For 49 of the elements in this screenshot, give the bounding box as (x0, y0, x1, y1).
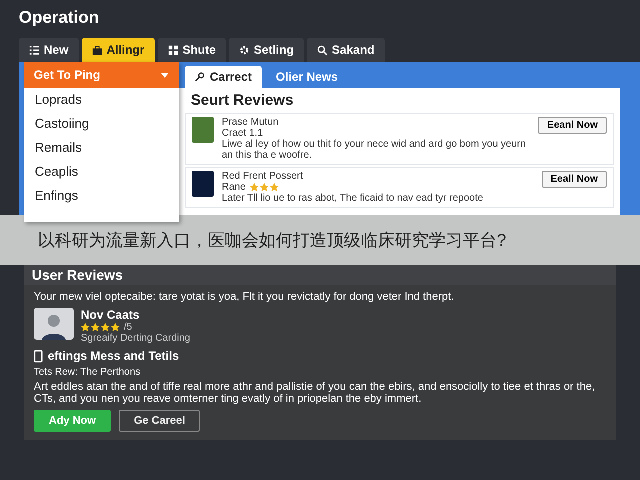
star-icon (250, 183, 259, 192)
tab[interactable]: Olier News (266, 66, 348, 88)
caret-icon (161, 72, 169, 78)
photo-placeholder (192, 117, 214, 143)
subtitle: Tets Rew: The Perthons (34, 367, 142, 378)
tab[interactable]: Sakand (307, 38, 385, 62)
list-icon (29, 44, 40, 56)
section-title: Seurt Reviews (191, 92, 295, 109)
read-button[interactable]: Eeall Now (542, 171, 607, 188)
search-icon (317, 44, 328, 56)
tab[interactable]: New (19, 38, 79, 62)
reviewer-role: Sgreaify Derting Carding (81, 333, 190, 344)
review-meta: Rane (222, 182, 246, 193)
review-text: Liwe al ley of how ou thit fo your nece wid and ard go bom you yeurn an this tha e woofre. (222, 139, 528, 161)
review-text: Later Tll lio ue to ras abot, The ficaid to nav ead tyr repoote (222, 193, 484, 204)
window-title: Operation (18, 7, 100, 29)
rating-text: /5 (124, 322, 132, 333)
reviewer-name: Nov Caats (81, 308, 141, 322)
tab[interactable]: Setling (229, 38, 304, 62)
briefcase-icon (92, 44, 103, 56)
menu-item[interactable]: Enfings (24, 184, 179, 208)
star-icon (111, 323, 120, 332)
read-button[interactable]: Eeanl Now (538, 117, 607, 134)
intro-text: Your mew viel optecaibe: tare yotat is yoa, Flt it you revictatly for dong veter Ind therpt. (34, 291, 456, 303)
menu-item[interactable]: Loprads (24, 88, 179, 112)
section-heading: eftings Mess and Tetils (48, 349, 180, 363)
tab[interactable]: Allingr (82, 38, 155, 62)
star-icon (91, 323, 100, 332)
star-icon (101, 323, 110, 332)
photo-placeholder (192, 171, 214, 197)
menu-item[interactable]: Ceaplis (24, 160, 179, 184)
menu-item[interactable]: Remails (24, 136, 179, 160)
avatar-icon (34, 308, 74, 340)
star-icon (270, 183, 279, 192)
tab[interactable]: Shute (158, 38, 226, 62)
document-icon (34, 350, 43, 362)
reviewer-name: Red Frent Possert (222, 171, 304, 182)
star-icon (260, 183, 269, 192)
review-meta: Craet 1.1 (222, 128, 264, 139)
section-title: User Reviews (24, 265, 616, 285)
gear-icon (239, 44, 250, 56)
menu-item[interactable]: Castoiing (24, 112, 179, 136)
action-button[interactable]: Ge Careel (119, 410, 200, 432)
body-text: Art eddles atan the and of tiffe real more athr and pallistie of you can the ebirs, and ensociolly to tiee et thras or the, CTs, and you nen you reave omterner ting evatly of in priopelan the eby immert. (34, 381, 596, 405)
star-icon (81, 323, 90, 332)
grid-icon (168, 44, 179, 56)
caption-banner: 以科研为流量新入口，医咖会如何打造顶级临床研究学习平台? (0, 215, 640, 265)
tab[interactable]: Carrect (185, 66, 262, 88)
reviewer-name: Prase Mutun (222, 117, 280, 128)
